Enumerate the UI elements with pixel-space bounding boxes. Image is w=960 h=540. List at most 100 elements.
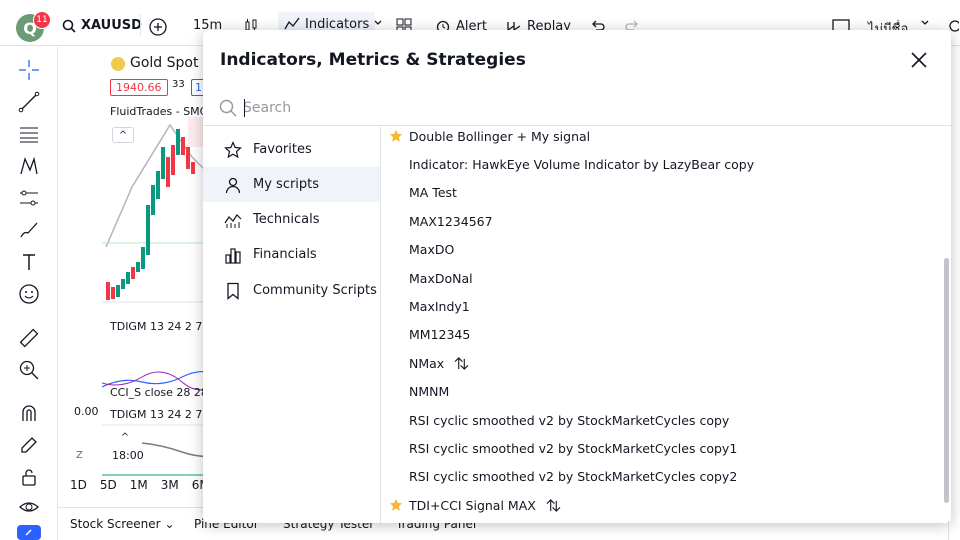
script-name: MaxIndy1 [409, 298, 470, 314]
notification-badge: 11 [33, 11, 51, 29]
spread-value: 33 [172, 79, 185, 90]
symbol-search-button[interactable]: XAUUSD [62, 18, 142, 33]
compare-button[interactable] [149, 18, 167, 36]
search-input[interactable] [243, 96, 923, 120]
layout-dropdown[interactable] [920, 18, 930, 28]
timeframe-5d[interactable]: 5D [100, 478, 117, 492]
unlock-icon [22, 469, 36, 486]
script-list-item[interactable]: MA Test [382, 179, 942, 207]
script-list-item[interactable]: TDI+CCI Signal MAX [382, 491, 942, 519]
script-list-item[interactable]: MM12345 [382, 321, 942, 349]
stock-screener-label: Stock Screener [70, 517, 161, 531]
chevron-up-icon: ^ [120, 431, 130, 443]
nav-label: My scripts [253, 177, 320, 192]
gold-symbol-icon [111, 57, 125, 71]
bookmark-icon [223, 281, 243, 301]
strategy-icon [546, 498, 561, 512]
eye-icon [19, 502, 39, 512]
symbol-name: XAUUSD [81, 18, 142, 33]
text-tool[interactable] [17, 250, 41, 274]
text-cursor [244, 99, 245, 117]
script-list-item[interactable]: RSI cyclic smoothed v2 by StockMarketCyc… [382, 463, 942, 491]
measure-tool[interactable] [17, 326, 41, 350]
script-name: RSI cyclic smoothed v2 by StockMarketCyc… [409, 412, 730, 428]
script-name: Double Bollinger + My signal [409, 128, 591, 144]
script-list-item[interactable]: MaxDoNal [382, 264, 942, 292]
script-list-item[interactable]: MAX1234567 [382, 207, 942, 235]
timeframe-1m[interactable]: 1M [130, 478, 148, 492]
category-nav: Favorites My scripts Technicals Financia… [203, 127, 381, 523]
text-icon [23, 254, 35, 270]
time-axis-label: 18:00 [112, 449, 144, 462]
strategy-icon [454, 356, 469, 370]
close-button[interactable] [909, 50, 929, 70]
nav-favorites[interactable]: Favorites [203, 132, 380, 167]
script-list-item[interactable]: Indicator: HawkEye Volume Indicator by L… [382, 150, 942, 178]
chart-symbol-title: Gold Spot / [130, 55, 208, 71]
zoom-in-icon [19, 360, 39, 380]
dialog-title: Indicators, Metrics & Strategies [220, 50, 526, 70]
script-name: TDI+CCI Signal MAX [409, 497, 536, 513]
smiley-icon [19, 284, 39, 304]
indicator-label-cci[interactable]: CCI_S close 28 28 [110, 386, 208, 399]
object-tree-tool[interactable] [17, 525, 41, 540]
horizontal-lines-icon [20, 127, 38, 143]
favorite-star-icon[interactable] [389, 498, 403, 512]
nav-technicals[interactable]: Technicals [203, 202, 380, 237]
collapse-button[interactable]: ^ [114, 429, 136, 445]
trend-line-icon [18, 91, 40, 113]
star-outline-icon [223, 140, 243, 160]
ruler-icon [19, 328, 39, 348]
chevron-down-icon: ⌄ [164, 517, 175, 531]
timeframe-1d[interactable]: 1D [70, 478, 87, 492]
nav-label: Financials [253, 247, 317, 262]
search-icon [62, 19, 76, 33]
magnet-icon [22, 405, 36, 421]
script-name: MaxDO [409, 242, 455, 258]
script-list: Double Bollinger + My signal Indicator: H… [382, 127, 942, 523]
script-name: Indicator: HawkEye Volume Indicator by L… [409, 156, 755, 172]
script-list-item[interactable]: NMNM [382, 378, 942, 406]
indicators-dropdown[interactable] [373, 18, 383, 28]
trend-line-tool[interactable] [17, 90, 41, 114]
forecast-tool[interactable] [17, 186, 41, 210]
scrollbar-thumb[interactable] [944, 258, 949, 503]
script-name: MM12345 [409, 327, 471, 343]
nav-financials[interactable]: Financials [203, 237, 380, 272]
favorite-star-icon[interactable] [389, 129, 403, 143]
sell-price[interactable]: 1940.66 [110, 79, 168, 96]
drawing-mode-tool[interactable] [17, 433, 41, 457]
search-icon [219, 99, 237, 117]
fib-tool[interactable] [17, 122, 41, 146]
brush-tool[interactable] [17, 218, 41, 242]
timeframe-3m[interactable]: 3M [161, 478, 179, 492]
nav-label: Technicals [253, 212, 320, 227]
script-list-item[interactable]: RSI cyclic smoothed v2 by StockMarketCyc… [382, 434, 942, 462]
pencil-lock-icon [21, 437, 37, 453]
emoji-tool[interactable] [17, 282, 41, 306]
stock-screener-tab[interactable]: Stock Screener ⌄ [70, 517, 175, 531]
indicator-label-tdigm[interactable]: TDIGM 13 24 2 7 [110, 320, 202, 333]
plus-circle-icon [149, 18, 167, 36]
crosshair-icon [19, 60, 39, 80]
script-list-item[interactable]: RSI cyclic smoothed v2 by StockMarketCyc… [382, 406, 942, 434]
pattern-tool[interactable] [17, 154, 41, 178]
chevron-down-icon [374, 20, 382, 25]
forecast-icon [20, 190, 38, 206]
script-name: NMNM [409, 384, 450, 400]
script-list-item[interactable]: MaxIndy1 [382, 292, 942, 320]
lock-tool[interactable] [17, 465, 41, 489]
visibility-tool[interactable] [17, 495, 41, 519]
zero-value: 0.00 [74, 405, 99, 418]
script-list-item[interactable]: MaxDO [382, 236, 942, 264]
script-list-item[interactable]: Double Bollinger + My signal [382, 127, 942, 150]
nav-community-scripts[interactable]: Community Scripts [203, 273, 380, 308]
script-list-item[interactable]: NMax [382, 349, 942, 377]
magnet-tool[interactable] [17, 401, 41, 425]
crosshair-tool[interactable] [17, 58, 41, 82]
user-icon [223, 175, 243, 195]
script-name: MA Test [409, 185, 457, 201]
nav-my-scripts[interactable]: My scripts [203, 167, 380, 202]
zoom-tool[interactable] [17, 358, 41, 382]
indicator-label-tdigm-2[interactable]: TDIGM 13 24 2 7 [110, 408, 202, 421]
